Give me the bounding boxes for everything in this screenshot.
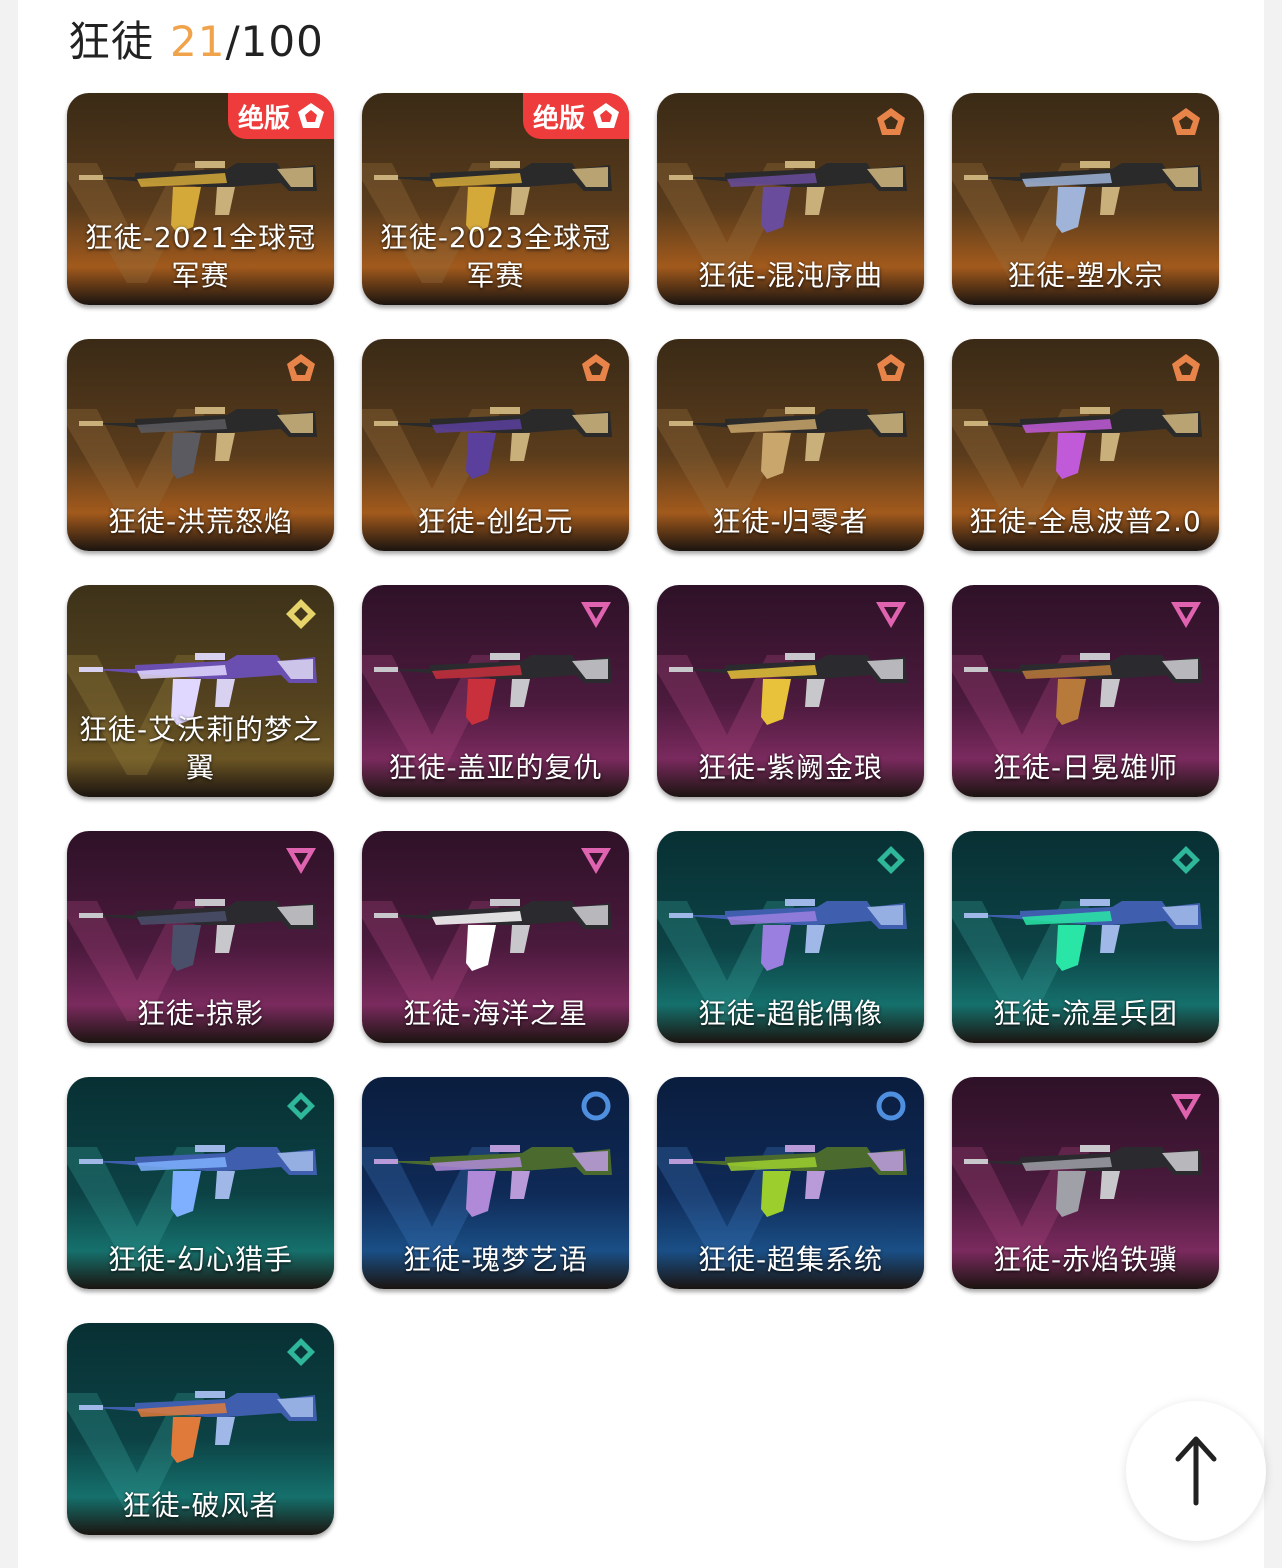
skin-card[interactable]: 狂徒-流星兵团: [952, 831, 1219, 1043]
skin-name: 狂徒-塑水宗: [1007, 259, 1164, 292]
weapon-image: [962, 1127, 1209, 1227]
skin-name: 狂徒-赤焰铁骥: [992, 1243, 1179, 1276]
pentagon-icon: [296, 101, 326, 131]
skin-card[interactable]: 狂徒-创纪元: [362, 339, 629, 551]
skin-card[interactable]: 狂徒-掠影: [67, 831, 334, 1043]
circle-icon: [874, 1089, 908, 1123]
weapon-image: [962, 389, 1209, 489]
skin-name: 狂徒-盖亚的复仇: [388, 751, 603, 784]
weapon-image: [667, 143, 914, 243]
weapon-image: [667, 389, 914, 489]
skin-name: 狂徒-全息波普2.0: [969, 505, 1202, 538]
limited-label: 绝版: [238, 103, 291, 134]
skin-name: 狂徒-海洋之星: [402, 997, 589, 1030]
collection-header: 狂徒 21 /100: [68, 8, 324, 68]
skin-name: 狂徒-流星兵团: [992, 997, 1179, 1030]
triangle-icon: [579, 597, 613, 631]
rhombus-icon: [1169, 843, 1203, 877]
weapon-image: [962, 143, 1209, 243]
pentagon-icon: [591, 101, 621, 131]
skin-name: 狂徒-掠影: [136, 997, 265, 1030]
skin-name: 狂徒-混沌序曲: [697, 259, 884, 292]
skin-name: 狂徒-2021全球冠军赛: [84, 221, 317, 292]
weapon-image: [667, 1127, 914, 1227]
skin-name: 狂徒-创纪元: [417, 505, 574, 538]
weapon-image: [77, 389, 324, 489]
triangle-icon: [874, 597, 908, 631]
pentagon-icon: [1169, 351, 1203, 385]
limited-badge: 绝版: [523, 93, 629, 139]
pentagon-icon: [874, 351, 908, 385]
skin-card[interactable]: 狂徒-盖亚的复仇: [362, 585, 629, 797]
skin-card[interactable]: 狂徒-洪荒怒焰: [67, 339, 334, 551]
skin-card[interactable]: 绝版狂徒-2023全球冠军赛: [362, 93, 629, 305]
diamond-icon: [284, 597, 318, 631]
skin-name: 狂徒-破风者: [122, 1489, 279, 1522]
circle-icon: [579, 1089, 613, 1123]
triangle-icon: [1169, 597, 1203, 631]
owned-count: 21: [170, 17, 226, 66]
weapon-image: [372, 1127, 619, 1227]
skin-name: 狂徒-归零者: [712, 505, 869, 538]
weapon-title: 狂徒: [68, 17, 155, 66]
skin-name: 狂徒-瑰梦艺语: [402, 1243, 589, 1276]
skin-name: 狂徒-超能偶像: [697, 997, 884, 1030]
pentagon-icon: [284, 351, 318, 385]
skin-card[interactable]: 狂徒-赤焰铁骥: [952, 1077, 1219, 1289]
skin-card[interactable]: 狂徒-艾沃莉的梦之翼: [67, 585, 334, 797]
total-count: /100: [225, 17, 324, 66]
triangle-icon: [284, 843, 318, 877]
arrow-up-icon: [1175, 1436, 1217, 1506]
rhombus-icon: [874, 843, 908, 877]
weapon-image: [667, 881, 914, 981]
skin-card[interactable]: 狂徒-紫阙金琅: [657, 585, 924, 797]
skin-name: 狂徒-2023全球冠军赛: [379, 221, 612, 292]
weapon-image: [372, 881, 619, 981]
weapon-image: [77, 881, 324, 981]
weapon-image: [372, 389, 619, 489]
skin-card[interactable]: 狂徒-超能偶像: [657, 831, 924, 1043]
skin-card[interactable]: 狂徒-幻心猎手: [67, 1077, 334, 1289]
skin-name: 狂徒-超集系统: [697, 1243, 884, 1276]
weapon-image: [962, 881, 1209, 981]
skin-name: 狂徒-艾沃莉的梦之翼: [78, 713, 323, 784]
weapon-image: [962, 635, 1209, 735]
skin-card[interactable]: 狂徒-塑水宗: [952, 93, 1219, 305]
skin-name: 狂徒-日冕雄师: [992, 751, 1179, 784]
skin-card[interactable]: 狂徒-破风者: [67, 1323, 334, 1535]
skin-card[interactable]: 狂徒-瑰梦艺语: [362, 1077, 629, 1289]
rhombus-icon: [284, 1335, 318, 1369]
rhombus-icon: [284, 1089, 318, 1123]
skin-card[interactable]: 狂徒-全息波普2.0: [952, 339, 1219, 551]
limited-label: 绝版: [533, 103, 586, 134]
weapon-image: [667, 635, 914, 735]
triangle-icon: [1169, 1089, 1203, 1123]
skin-name: 狂徒-紫阙金琅: [697, 751, 884, 784]
collection-panel: 狂徒 21 /100 绝版 狂徒-2021全球冠军赛 绝版 狂徒-2023全球冠军赛狂…: [18, 0, 1264, 1568]
skin-card[interactable]: 狂徒-超集系统: [657, 1077, 924, 1289]
triangle-icon: [579, 843, 613, 877]
weapon-image: [372, 635, 619, 735]
pentagon-icon: [579, 351, 613, 385]
skin-name: 狂徒-洪荒怒焰: [107, 505, 294, 538]
scroll-to-top-button[interactable]: [1126, 1401, 1266, 1541]
skin-card[interactable]: 绝版狂徒-2021全球冠军赛: [67, 93, 334, 305]
weapon-image: [77, 1127, 324, 1227]
skin-card[interactable]: 狂徒-归零者: [657, 339, 924, 551]
limited-badge: 绝版: [228, 93, 334, 139]
pentagon-icon: [1169, 105, 1203, 139]
skin-name: 狂徒-幻心猎手: [107, 1243, 294, 1276]
pentagon-icon: [874, 105, 908, 139]
skin-card[interactable]: 狂徒-混沌序曲: [657, 93, 924, 305]
skin-card[interactable]: 狂徒-海洋之星: [362, 831, 629, 1043]
weapon-image: [77, 1373, 324, 1473]
skin-card[interactable]: 狂徒-日冕雄师: [952, 585, 1219, 797]
